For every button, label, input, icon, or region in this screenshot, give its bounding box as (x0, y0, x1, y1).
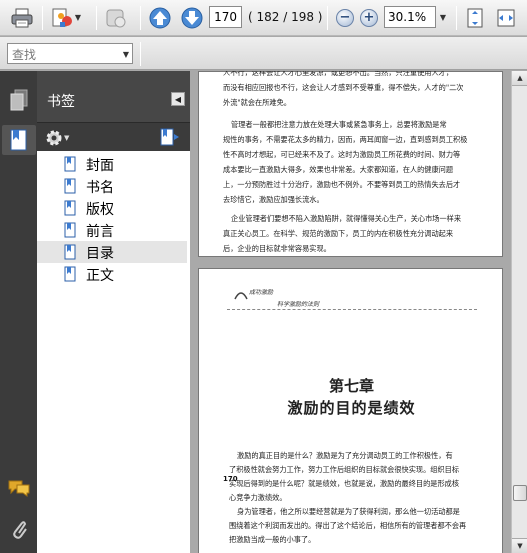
paperclip-icon (13, 521, 27, 539)
body-text-line: 了积极性就会努力工作，努力工作后组织的目标就会很快实现。组织目标 (229, 465, 460, 474)
bookmark-item-title[interactable]: 书名 (37, 175, 187, 197)
chapter-number: 第七章 (328, 377, 374, 395)
bookmark-icon (10, 129, 27, 151)
chevron-down-icon[interactable]: ▼ (123, 50, 129, 59)
bookmarks-panel: 书签 ◀ ▼ 封面 书名 版权 前言 目录 正文 (37, 71, 190, 553)
body-text-line: 规性的事务，不需要花太多的精力，因而，两耳闻窗一边，直到感到员工积极 (223, 135, 468, 144)
pages-panel-button[interactable] (6, 85, 32, 115)
fit-page-icon (467, 8, 483, 27)
bookmark-label: 前言 (86, 224, 114, 240)
document-share-icon (52, 8, 72, 27)
document-page: 成功激励 科学激励的法则 第七章 激励的目的是绩效 170 激励的真正目的是什么… (198, 268, 503, 553)
zoom-out-button[interactable]: − (334, 4, 356, 31)
fit-width-button[interactable] (492, 4, 520, 31)
find-input[interactable]: 查找 ▼ (7, 43, 133, 64)
find-toolbar: 查找 ▼ (0, 37, 527, 70)
chapter-title: 激励的目的是绩效 (287, 399, 416, 417)
options-button[interactable]: ▼ (45, 128, 75, 148)
bookmark-icon (64, 266, 76, 282)
arrow-down-icon (181, 7, 203, 28)
header-rule (227, 309, 477, 310)
body-text-line: 成本要比一直激励大得多，效果也非常差。大家都知道，在人的健康问题 (223, 165, 454, 174)
expand-bookmark-button[interactable] (159, 127, 181, 147)
body-text-line: 外流"就会在所难免。 (223, 98, 291, 107)
body-text-line: 心竞争力激绩效。 (229, 493, 287, 502)
bookmark-icon (64, 222, 76, 238)
share-button[interactable]: ▼ (48, 4, 84, 31)
comments-panel-button[interactable] (6, 473, 32, 503)
bookmark-expand-icon (160, 128, 179, 146)
scroll-up-button[interactable]: ▲ (512, 71, 527, 86)
gear-icon (46, 130, 62, 146)
body-text-line: 去珍惜它，激励应加强长流水。 (223, 195, 324, 204)
bookmark-icon (64, 200, 76, 216)
previous-page-button[interactable] (146, 4, 174, 31)
header-ornament-icon (234, 292, 248, 300)
navigation-pane (0, 71, 37, 553)
bookmark-icon (64, 244, 76, 260)
sign-icon (106, 9, 126, 27)
comment-icon (8, 480, 30, 497)
bookmark-label: 版权 (86, 202, 114, 218)
body-text-line: 激励的真正目的是什么？激励是为了充分调动员工的工作积极性，有 (237, 451, 453, 460)
body-text-line: 企业管理者们要想不陷入激励陷阱，就得懂得关心生产，关心市场一样来 (231, 214, 462, 223)
document-page: 人不行，这样会让人才心里发凉，或更想不出。当然，只注重使用人才， 而没有相应回报… (198, 71, 503, 257)
page-count: ( 182 / 198 ) (248, 10, 323, 24)
page-number-input[interactable]: 170 (209, 6, 242, 28)
body-text-line: 后，企业的目标就非常容易实现。 (223, 244, 331, 253)
bookmark-label: 书名 (86, 180, 114, 196)
zoom-dropdown[interactable]: ▼ (437, 6, 449, 28)
fit-page-button[interactable] (462, 4, 488, 31)
bookmark-item-cover[interactable]: 封面 (37, 153, 187, 175)
chevron-down-icon: ▼ (64, 134, 70, 142)
bookmark-label: 正文 (86, 268, 114, 284)
bookmark-item-copyright[interactable]: 版权 (37, 197, 187, 219)
vertical-scrollbar[interactable]: ▲ ▼ (511, 71, 527, 553)
printer-icon (11, 8, 33, 27)
scroll-thumb[interactable] (513, 485, 527, 501)
bookmarks-list: 封面 书名 版权 前言 目录 正文 (37, 151, 190, 553)
attachments-panel-button[interactable] (6, 515, 32, 545)
pdf-reader-window: ▼ 170 ( 182 / 198 ) − + 30.1% ▼ 查找 ▼ 书签 … (0, 0, 527, 553)
bookmark-label: 目录 (86, 246, 114, 262)
fit-width-icon (497, 9, 515, 26)
plus-icon: + (360, 8, 378, 27)
main-toolbar: ▼ 170 ( 182 / 198 ) − + 30.1% ▼ (0, 0, 527, 36)
bookmarks-title: 书签 (47, 94, 75, 110)
bookmark-item-body[interactable]: 正文 (37, 263, 187, 285)
bookmarks-toolbar: ▼ (37, 124, 190, 151)
minus-icon: − (336, 8, 354, 27)
body-text-line: 性不高时才想起，可已经来不及了。这时为激励员工所花费的时间、财力等 (223, 150, 461, 159)
bookmark-icon (64, 178, 76, 194)
running-header-subtitle: 科学激励的法则 (277, 301, 320, 308)
body-text-line: 而没有相应回报也不行，这会让人才感到不受尊重，得不偿失，人才的"二次 (223, 83, 464, 92)
body-text-line: 实现后得到的是什么呢？就是绩效，也就是说，激励的最终目的是形成核 (229, 479, 460, 488)
body-text-line: 围绕着这个利润而发出的。得出了这个结论后，相信所有的管理者都不会再 (229, 521, 467, 530)
next-page-button[interactable] (178, 4, 206, 31)
body-text-line: 把激励当成一般的小事了。 (229, 535, 316, 544)
bookmark-label: 封面 (86, 158, 114, 174)
body-text-line: 身为管理者，他之所以要经营就是为了获得利润，那么他一切活动都是 (237, 507, 460, 516)
scroll-down-button[interactable]: ▼ (512, 538, 527, 553)
chevron-down-icon: ▼ (74, 13, 82, 22)
print-button[interactable] (8, 4, 36, 31)
bookmark-icon (64, 156, 76, 172)
zoom-in-button[interactable]: + (358, 4, 380, 31)
body-text-line: 真正关心员工。在科学、规范的激励下，员工的内在积极性充分调动起来 (223, 229, 454, 238)
zoom-input[interactable]: 30.1% (384, 6, 436, 28)
sign-button[interactable] (102, 4, 130, 31)
body-text-line: 上，一分预防胜过十分治疗，激励也不例外。不要等到员工的热情失去后才 (223, 180, 461, 189)
bookmark-item-contents[interactable]: 目录 (37, 241, 187, 263)
document-viewer[interactable]: 人不行，这样会让人才心里发凉，或更想不出。当然，只注重使用人才， 而没有相应回报… (191, 71, 511, 553)
body-text-line: 管理者一般都把注意力放在处理大事或紧急事务上，总要将激励是常 (231, 120, 447, 129)
collapse-panel-button[interactable]: ◀ (171, 92, 185, 106)
arrow-up-icon (149, 7, 171, 28)
running-header-title: 成功激励 (249, 289, 274, 296)
pages-icon (10, 89, 28, 111)
body-text-line: 人不行，这样会让人才心里发凉，或更想不出。当然，只注重使用人才， (223, 71, 454, 77)
find-placeholder: 查找 (12, 48, 37, 62)
bookmark-item-preface[interactable]: 前言 (37, 219, 187, 241)
bookmarks-header: 书签 ◀ (37, 71, 190, 123)
bookmarks-panel-button[interactable] (2, 125, 36, 155)
